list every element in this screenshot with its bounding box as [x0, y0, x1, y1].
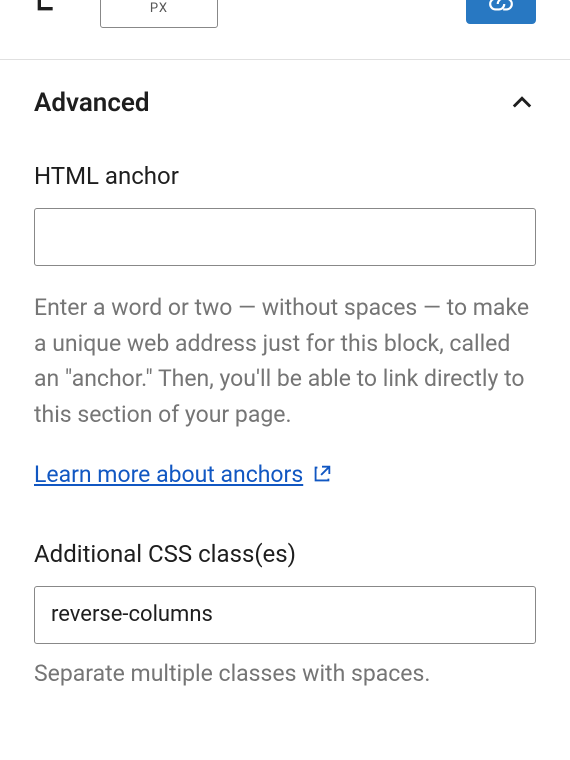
top-toolbar-remnant: PX — [0, 0, 570, 60]
learn-more-anchors-link[interactable]: Learn more about anchors — [34, 461, 333, 488]
html-anchor-help: Enter a word or two — without spaces — t… — [34, 290, 536, 433]
unit-label: PX — [150, 1, 168, 16]
html-anchor-label: HTML anchor — [34, 162, 536, 190]
corner-icon — [34, 0, 66, 22]
external-link-icon — [311, 463, 333, 485]
link-icon — [488, 0, 514, 17]
panel-title: Advanced — [34, 88, 150, 118]
link-button[interactable] — [466, 0, 536, 24]
learn-more-text: Learn more about anchors — [34, 461, 303, 488]
css-classes-help: Separate multiple classes with spaces. — [34, 660, 536, 687]
css-classes-label: Additional CSS class(es) — [34, 540, 536, 568]
html-anchor-input[interactable] — [34, 208, 536, 266]
chevron-up-icon — [508, 89, 536, 117]
unit-selector[interactable]: PX — [100, 0, 218, 28]
css-classes-input[interactable] — [34, 586, 536, 644]
panel-header[interactable]: Advanced — [34, 88, 536, 118]
html-anchor-field: HTML anchor Enter a word or two — withou… — [34, 162, 536, 488]
advanced-panel: Advanced HTML anchor Enter a word or two… — [0, 60, 570, 687]
css-classes-field: Additional CSS class(es) Separate multip… — [34, 540, 536, 687]
